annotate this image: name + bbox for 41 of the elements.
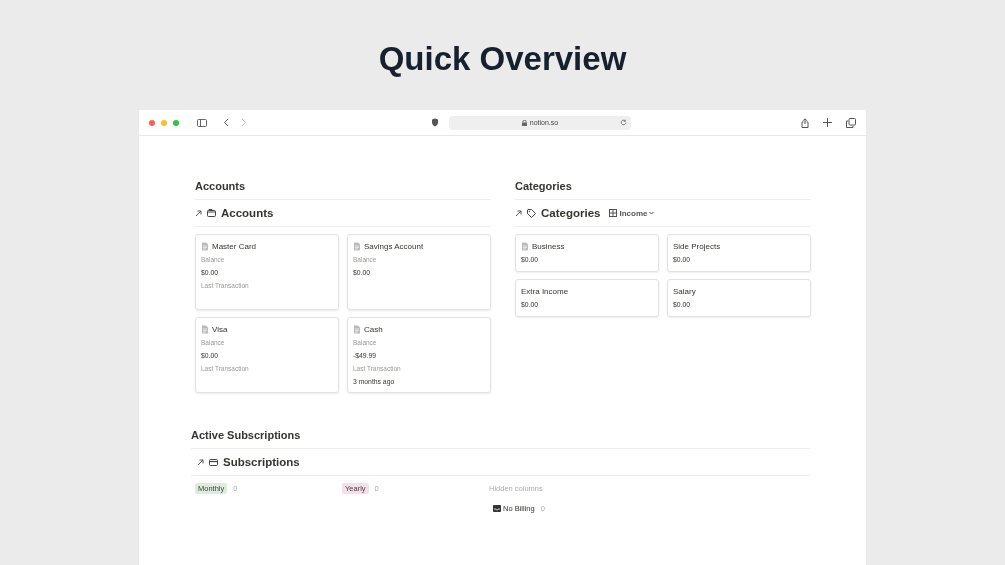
section-heading: Categories [515,180,811,200]
reload-icon[interactable] [620,119,627,126]
share-icon[interactable] [801,117,809,128]
view-selector[interactable]: Income [609,208,655,218]
arrow-icon[interactable] [197,458,204,466]
page-title: Quick Overview [378,40,627,79]
card-title: Salary [673,286,696,296]
plus-icon[interactable] [823,118,832,127]
sidebar-icon[interactable] [197,118,207,127]
card-title: Savings Account [364,241,424,251]
database-title[interactable]: Categories [541,207,601,219]
minimize-dot[interactable] [161,119,167,126]
shield-icon[interactable] [431,118,439,127]
arrow-icon[interactable] [195,209,202,217]
card-title: Business [532,241,565,251]
tabs-icon[interactable] [846,117,856,128]
lock-icon [521,119,527,126]
page-icon [521,241,529,251]
tag-icon [527,208,536,218]
page-icon [353,241,361,251]
zoom-dot[interactable] [173,119,179,126]
card-title: Extra Income [521,286,569,296]
page-icon [201,324,209,334]
card-icon [209,458,218,466]
table-icon [609,209,618,217]
page-icon [201,241,209,251]
section-heading: Active Subscriptions [191,429,810,449]
arrow-icon[interactable] [515,209,522,217]
wallet-icon [207,209,216,217]
page-icon [353,324,361,334]
chevron-down-icon [649,211,655,215]
inbox-icon [493,505,501,512]
database-title[interactable]: Accounts [221,207,274,219]
card-title: Visa [212,324,228,334]
card-title: Side Projects [673,241,721,251]
close-dot[interactable] [149,119,155,126]
card-title: Master Card [212,241,256,251]
card-title: Cash [364,324,383,334]
back-icon[interactable] [223,118,229,127]
database-title[interactable]: Subscriptions [223,456,300,468]
section-heading: Accounts [195,180,491,200]
